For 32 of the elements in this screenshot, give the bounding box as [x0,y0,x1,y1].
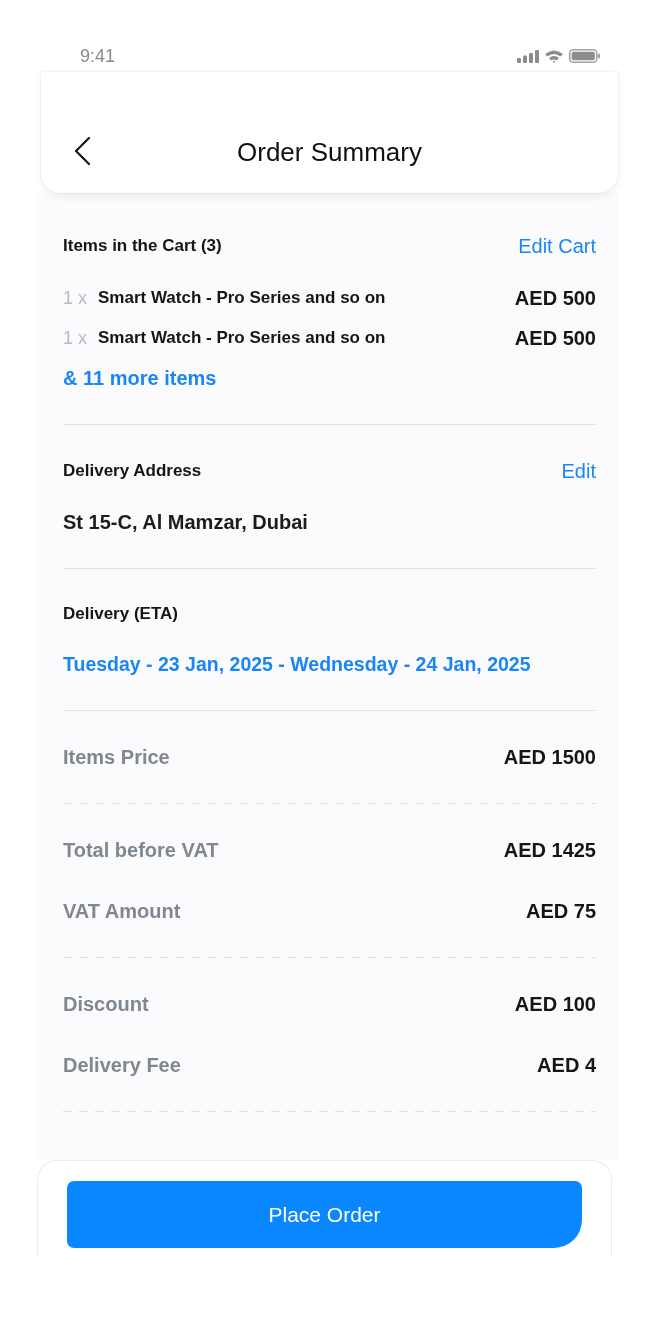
back-button[interactable] [74,137,90,165]
more-items-link[interactable]: & 11 more items [63,358,217,398]
edit-address-link[interactable]: Edit [561,459,596,483]
price-value: AED 4 [537,1053,596,1077]
delivery-date-range: Tuesday - 23 Jan, 2025 - Wednesday - 24 Jan, 2025 [63,652,532,677]
item-quantity: 1 x [63,327,88,349]
item-price: AED 500 [514,286,596,310]
price-label: Delivery Fee [63,1053,181,1077]
price-value: AED 1500 [503,745,596,769]
price-label: Items Price [63,745,170,769]
address-heading: Delivery Address [63,461,202,481]
signal-icon [517,49,539,63]
price-label: Total before VAT [63,838,219,862]
price-label: VAT Amount [63,899,181,923]
battery-icon [569,49,600,63]
price-label: Discount [63,992,149,1016]
wifi-icon [544,49,564,63]
item-quantity: 1 x [63,287,88,309]
delivery-address: St 15-C, Al Mamzar, Dubai [63,510,309,535]
page-title: Order Summary [237,137,422,167]
back-chevron-icon [74,137,90,165]
edit-cart-link[interactable]: Edit Cart [518,234,596,258]
item-name: Smart Watch - Pro Series and so on [98,288,387,308]
item-price: AED 500 [514,326,596,350]
eta-heading: Delivery (ETA) [63,604,178,624]
item-name: Smart Watch - Pro Series and so on [98,328,387,348]
price-value: AED 75 [525,899,596,923]
cart-heading: Items in the Cart (3) [63,236,222,256]
status-time: 9:41 [80,45,116,68]
place-order-button[interactable]: Place Order [67,1181,582,1248]
price-value: AED 1425 [503,838,596,862]
price-value: AED 100 [514,992,596,1016]
